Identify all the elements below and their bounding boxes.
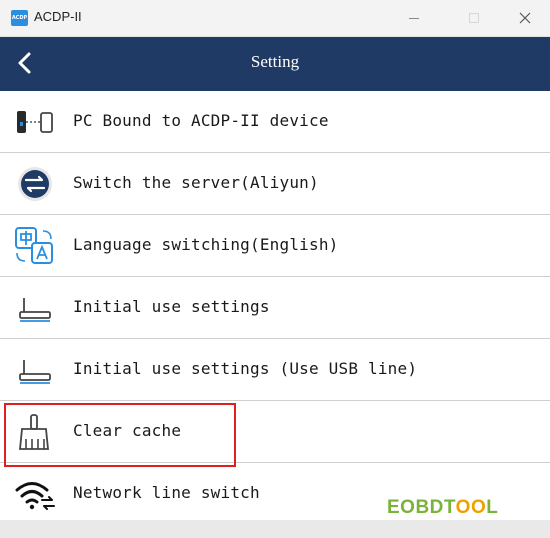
pc-bound-icon <box>14 102 56 142</box>
setting-clear-cache[interactable]: Clear cache <box>0 401 550 463</box>
setting-initial-use[interactable]: Initial use settings <box>0 277 550 339</box>
server-switch-icon <box>14 164 56 204</box>
setting-pc-bound[interactable]: PC Bound to ACDP-II device <box>0 91 550 153</box>
settings-header: Setting <box>0 37 550 91</box>
broom-icon <box>14 412 56 452</box>
watermark-part: EOBDT <box>387 497 456 518</box>
maximize-button[interactable] <box>451 0 497 36</box>
setting-label: Network line switch <box>73 483 260 502</box>
bottom-bar <box>0 520 550 538</box>
app-logo-icon: ACDP <box>11 10 28 26</box>
watermark-part: L <box>486 497 499 518</box>
setting-label: Initial use settings (Use USB line) <box>73 359 418 378</box>
setting-label: Clear cache <box>73 421 182 440</box>
settings-list: PC Bound to ACDP-II device Switch the se… <box>0 91 550 524</box>
setting-language[interactable]: Language switching(English) <box>0 215 550 277</box>
setting-label: Switch the server(Aliyun) <box>73 173 319 192</box>
window-title: ACDP-II <box>34 9 82 24</box>
watermark-logo: EOBDTOOL <box>387 497 498 519</box>
router-icon <box>14 288 56 328</box>
watermark-part: OO <box>455 497 487 518</box>
page-title: Setting <box>250 52 300 71</box>
minimize-icon <box>409 18 419 19</box>
language-icon <box>14 226 56 266</box>
router-usb-icon <box>14 350 56 390</box>
setting-initial-use-usb[interactable]: Initial use settings (Use USB line) <box>0 339 550 401</box>
window-titlebar: ACDP ACDP-II <box>0 0 550 37</box>
close-icon <box>519 12 531 24</box>
setting-switch-server[interactable]: Switch the server(Aliyun) <box>0 153 550 215</box>
close-button[interactable] <box>502 0 548 36</box>
minimize-button[interactable] <box>391 0 437 36</box>
setting-label: Initial use settings <box>73 297 270 316</box>
setting-label: Language switching(English) <box>73 235 339 254</box>
wifi-switch-icon <box>14 474 56 514</box>
setting-label: PC Bound to ACDP-II device <box>73 111 329 130</box>
maximize-icon <box>469 13 479 23</box>
